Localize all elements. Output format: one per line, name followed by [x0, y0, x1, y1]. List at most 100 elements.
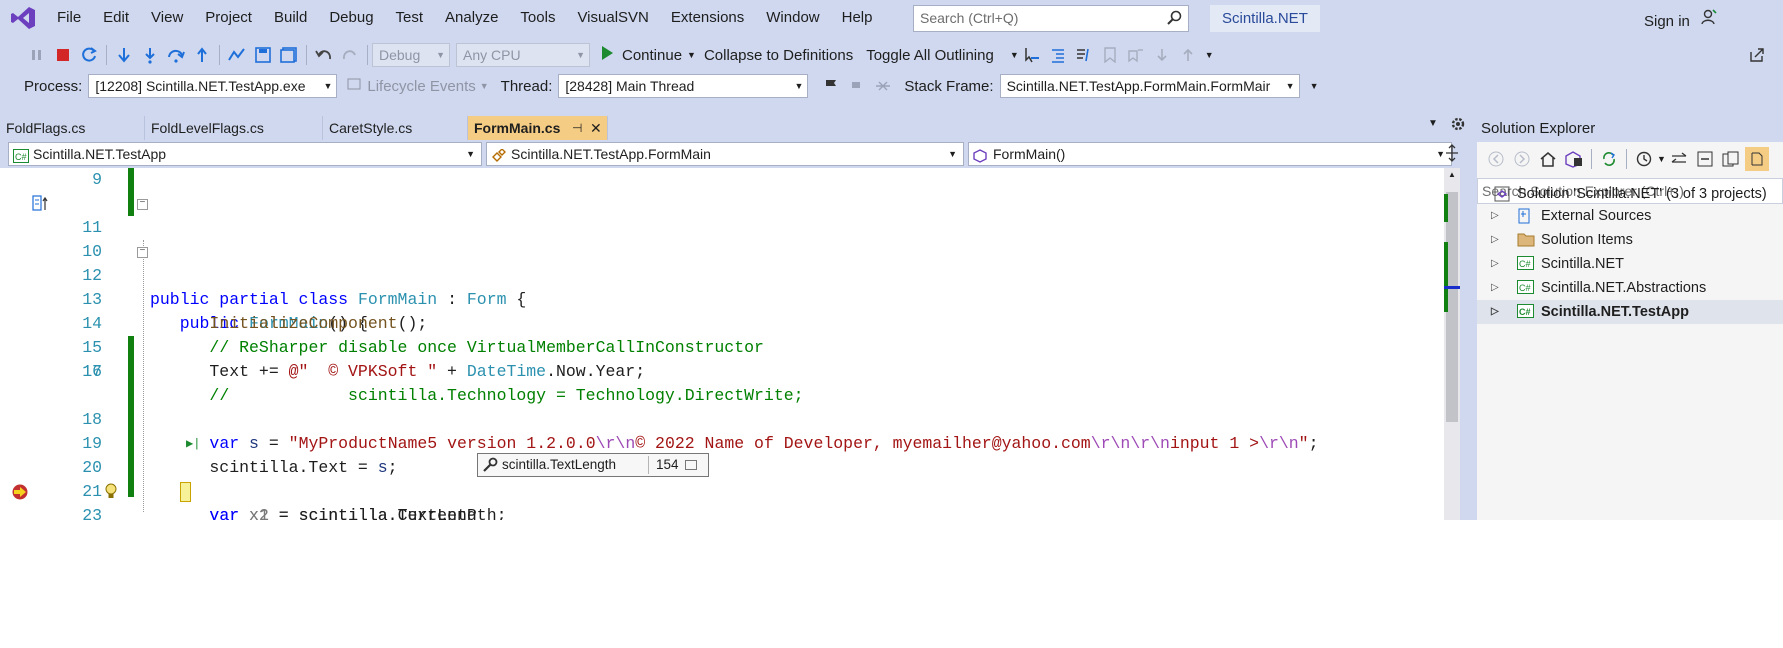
tab-caretstyle[interactable]: CaretStyle.cs — [323, 116, 468, 140]
save-all-icon[interactable] — [277, 43, 301, 67]
svg-text:C#: C# — [1519, 307, 1531, 317]
pending-changes-icon[interactable] — [1632, 147, 1656, 171]
solution-platform-select[interactable]: Any CPU ▼ — [456, 43, 590, 67]
bookmark-prev-icon[interactable] — [1124, 43, 1148, 67]
toggle-all-outlining-button[interactable]: Toggle All Outlining — [866, 47, 994, 64]
scroll-up-icon[interactable]: ▲ — [1448, 170, 1456, 179]
pause-icon[interactable] — [25, 43, 49, 67]
flag-icon[interactable] — [819, 74, 843, 98]
step-into-icon[interactable] — [138, 43, 162, 67]
continue-button[interactable]: Continue ▼ — [600, 45, 696, 65]
lifecycle-label: Lifecycle Events — [367, 77, 476, 95]
split-editor-icon[interactable] — [1444, 142, 1460, 168]
arrow-up-icon[interactable] — [1176, 43, 1200, 67]
thread-select[interactable]: [28428] Main Thread ▼ — [558, 74, 809, 98]
menu-analyze[interactable]: Analyze — [434, 0, 509, 36]
panel-splitter[interactable] — [1468, 116, 1477, 520]
menu-window[interactable]: Window — [755, 0, 830, 36]
menu-test[interactable]: Test — [385, 0, 435, 36]
code-editor[interactable]: 9 10 − public partial class FormMain : F… — [0, 168, 1444, 520]
collapse-to-definitions-button[interactable]: Collapse to Definitions — [704, 47, 853, 64]
run-to-click-icon[interactable]: ▶| — [186, 432, 200, 456]
code-line: 18 var s = "MyProductName5 version 1.2.0… — [0, 384, 1444, 453]
menu-view[interactable]: View — [140, 0, 194, 36]
menu-build[interactable]: Build — [263, 0, 318, 36]
tab-foldlevelflags[interactable]: FoldLevelFlags.cs — [145, 116, 323, 140]
comment-icon[interactable] — [1072, 43, 1096, 67]
datatip[interactable]: scintilla.TextLength 154 — [477, 453, 709, 477]
process-select[interactable]: [12208] Scintilla.NET.TestApp.exe ▼ — [88, 74, 338, 98]
fold-toggle-icon[interactable]: − — [137, 247, 148, 258]
search-placeholder: Search (Ctrl+Q) — [920, 10, 1019, 26]
overflow-chevron-icon[interactable]: ▼ — [1010, 50, 1019, 60]
pointer-icon[interactable] — [1020, 43, 1044, 67]
home-icon[interactable] — [1536, 147, 1560, 171]
expand-arrow-icon[interactable]: ▷ — [1491, 228, 1499, 252]
search-input[interactable]: Search (Ctrl+Q) — [913, 5, 1189, 32]
pin-icon[interactable]: ⊣ — [572, 116, 582, 140]
visual-studio-logo-icon[interactable] — [0, 0, 46, 36]
redo-icon[interactable] — [338, 43, 362, 67]
sync-icon[interactable] — [1597, 147, 1621, 171]
stop-debugging-icon[interactable] — [51, 43, 75, 67]
undo-icon[interactable] — [312, 43, 336, 67]
project-dropdown[interactable]: C# Scintilla.NET.TestApp ▼ — [8, 142, 482, 166]
tree-item-scintilla-net-testapp[interactable]: ▷ C# Scintilla.NET.TestApp — [1477, 300, 1783, 324]
menu-project[interactable]: Project — [194, 0, 263, 36]
sign-in-link[interactable]: Sign in — [1644, 8, 1718, 30]
step-over-icon[interactable] — [112, 43, 136, 67]
menu-help[interactable]: Help — [831, 0, 884, 36]
switch-views-icon[interactable] — [1562, 147, 1586, 171]
gear-icon[interactable] — [1450, 116, 1466, 135]
fold-toggle-icon[interactable]: − — [137, 199, 148, 210]
editor-scrollbar[interactable]: ▲ — [1444, 168, 1460, 520]
tab-formmain[interactable]: FormMain.cs ⊣ ✕ — [468, 116, 608, 140]
member-dropdown[interactable]: FormMain() ▼ — [968, 142, 1452, 166]
preview-icon[interactable] — [1744, 147, 1769, 171]
tab-overflow-chevron-icon[interactable]: ▼ — [1428, 118, 1438, 129]
account-icon[interactable] — [1700, 9, 1718, 30]
close-icon[interactable]: ✕ — [590, 116, 602, 140]
forward-icon[interactable] — [1510, 147, 1534, 171]
tree-item-solution-items[interactable]: ▷ Solution Items — [1477, 228, 1783, 252]
diagnostic-tools-icon[interactable] — [225, 43, 249, 67]
code-line: 20 ▶| var x1 = scintilla.TextLength; — [0, 432, 1444, 520]
back-icon[interactable] — [1484, 147, 1508, 171]
clear-flags-icon[interactable] — [871, 74, 895, 98]
menu-debug[interactable]: Debug — [318, 0, 384, 36]
solution-configuration-select[interactable]: Debug ▼ — [372, 43, 450, 67]
tree-item-scintilla-net[interactable]: ▷ C# Scintilla.NET — [1477, 252, 1783, 276]
tree-solution-node[interactable]: Solution 'Scintilla.NET' (3 of 3 project… — [1477, 182, 1783, 206]
show-all-files-icon[interactable] — [1719, 147, 1743, 171]
expand-arrow-icon[interactable]: ▷ — [1491, 276, 1499, 300]
expand-arrow-icon[interactable]: ▷ — [1491, 300, 1499, 324]
type-dropdown[interactable]: Scintilla.NET.TestApp.FormMain ▼ — [486, 142, 964, 166]
flag-threads-icon[interactable] — [845, 74, 869, 98]
menu-tools[interactable]: Tools — [509, 0, 566, 36]
menu-visualsvn[interactable]: VisualSVN — [566, 0, 659, 36]
overflow-chevron-icon[interactable]: ▼ — [1310, 81, 1319, 91]
menu-edit[interactable]: Edit — [92, 0, 140, 36]
expand-arrow-icon[interactable]: ▷ — [1491, 204, 1499, 228]
tree-item-scintilla-net-abstractions[interactable]: ▷ C# Scintilla.NET.Abstractions — [1477, 276, 1783, 300]
chevron-down-icon[interactable]: ▼ — [1657, 154, 1666, 164]
bookmark-icon[interactable] — [1098, 43, 1122, 67]
live-share-icon[interactable] — [1748, 46, 1766, 67]
restart-icon[interactable] — [77, 43, 101, 67]
arrow-down-icon[interactable] — [1150, 43, 1174, 67]
indent-icon[interactable] — [1046, 43, 1070, 67]
step-over-arc-icon[interactable] — [164, 43, 188, 67]
tree-item-external-sources[interactable]: ▷ External Sources — [1477, 204, 1783, 228]
menu-extensions[interactable]: Extensions — [660, 0, 755, 36]
menu-file[interactable]: File — [46, 0, 92, 36]
lifecycle-events-button[interactable]: Lifecycle Events ▼ — [347, 77, 489, 95]
stack-frame-select[interactable]: Scintilla.NET.TestApp.FormMain.FormMair ▼ — [999, 74, 1300, 98]
save-icon[interactable] — [251, 43, 275, 67]
swap-icon[interactable] — [1667, 147, 1691, 171]
step-out-icon[interactable] — [190, 43, 214, 67]
tab-foldflags[interactable]: FoldFlags.cs — [0, 116, 145, 140]
collapse-all-icon[interactable] — [1693, 147, 1717, 171]
overflow-chevron-icon[interactable]: ▼ — [1205, 50, 1214, 60]
expand-arrow-icon[interactable]: ▷ — [1491, 252, 1499, 276]
datatip-pin-icon[interactable] — [685, 460, 697, 470]
